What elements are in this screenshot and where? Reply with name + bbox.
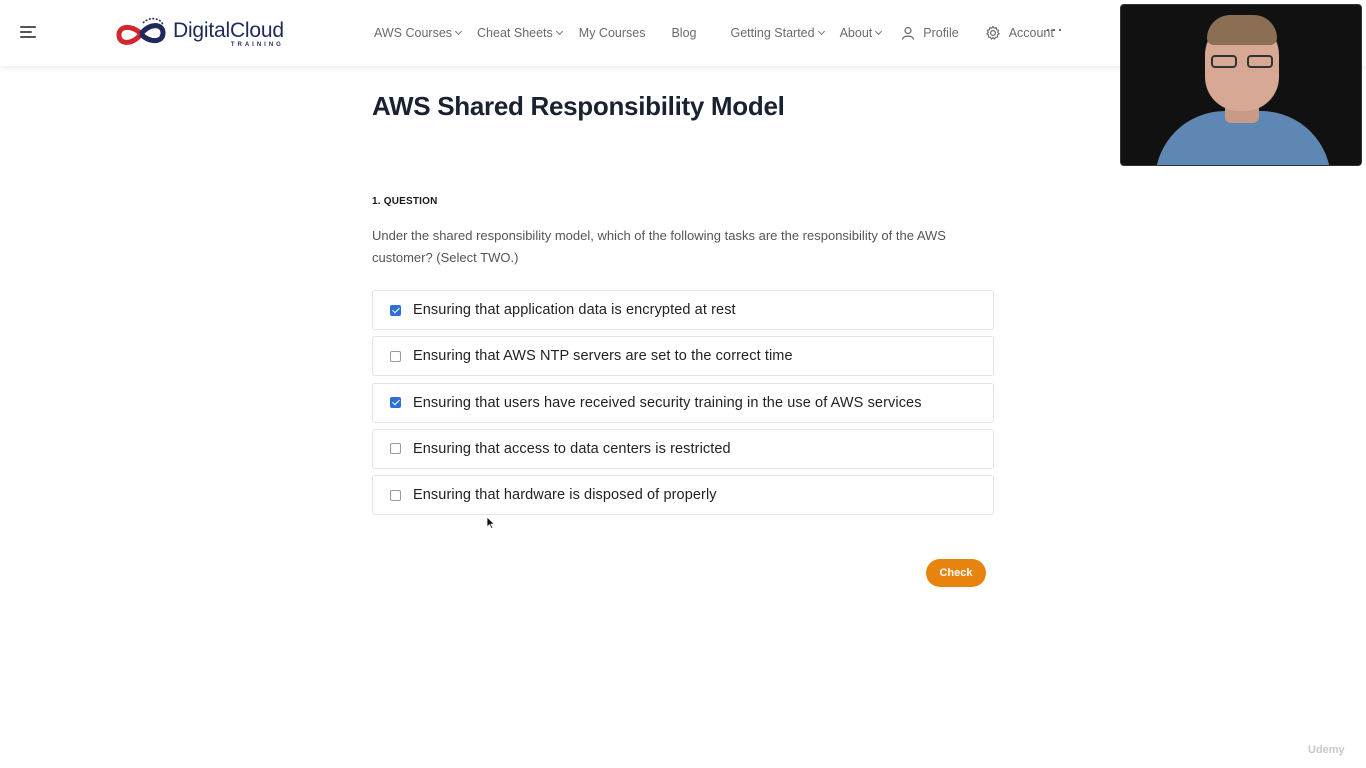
logo[interactable]: DigitalCloud TRAINING — [113, 16, 284, 50]
answer-option[interactable]: Ensuring that access to data centers is … — [372, 428, 994, 469]
nav-getting-started[interactable]: Getting Started — [731, 26, 825, 40]
answer-option-label: Ensuring that application data is encryp… — [413, 302, 736, 318]
checkbox[interactable] — [390, 397, 401, 409]
answer-option-label: Ensuring that hardware is disposed of pr… — [413, 487, 717, 504]
nav-about[interactable]: About — [840, 26, 883, 40]
question-number: 1. QUESTION — [372, 196, 438, 207]
chevron-down-icon — [875, 27, 883, 35]
answer-option[interactable]: Ensuring that hardware is disposed of pr… — [372, 475, 994, 516]
nav-profile[interactable]: Profile — [901, 26, 959, 40]
page-title: AWS Shared Responsibility Model — [372, 91, 785, 121]
user-icon — [902, 26, 915, 40]
nav-my-courses[interactable]: My Courses — [579, 26, 646, 40]
main-nav: AWS Courses Cheat Sheets My Courses Blog… — [374, 0, 1054, 66]
chevron-down-icon — [454, 27, 463, 35]
nav-blog[interactable]: Blog — [671, 26, 696, 40]
checkbox[interactable] — [390, 443, 401, 455]
checkbox[interactable] — [390, 304, 401, 316]
answer-options: Ensuring that application data is encryp… — [372, 290, 994, 521]
checkbox[interactable] — [390, 350, 401, 362]
more-options-icon[interactable]: ··· — [1045, 19, 1063, 40]
mouse-cursor-icon — [486, 516, 496, 530]
logo-infinity-icon — [116, 17, 166, 45]
menu-icon[interactable] — [20, 26, 36, 38]
gear-icon — [985, 25, 1000, 40]
answer-option-label: Ensuring that AWS NTP servers are set to… — [413, 348, 793, 365]
instructor-webcam-video — [1120, 4, 1362, 166]
nav-aws-courses[interactable]: AWS Courses — [374, 26, 463, 40]
checkbox[interactable] — [390, 489, 401, 501]
answer-option-label: Ensuring that access to data centers is … — [413, 440, 731, 457]
check-answer-button[interactable]: Check — [926, 559, 986, 587]
logo-name: DigitalCloud — [173, 19, 284, 42]
logo-subtitle: TRAINING — [230, 42, 284, 48]
chevron-down-icon — [555, 27, 563, 35]
udemy-watermark: Udemy — [1308, 744, 1345, 756]
nav-cheat-sheets[interactable]: Cheat Sheets — [477, 26, 563, 40]
nav-account[interactable]: Account — [985, 25, 1054, 41]
answer-option[interactable]: Ensuring that AWS NTP servers are set to… — [372, 336, 994, 377]
answer-option[interactable]: Ensuring that application data is encryp… — [372, 290, 994, 330]
chevron-down-icon — [817, 27, 825, 35]
question-text: Under the shared responsibility model, w… — [372, 228, 946, 265]
answer-option[interactable]: Ensuring that users have received securi… — [372, 382, 994, 423]
answer-option-label: Ensuring that users have received securi… — [413, 394, 922, 411]
